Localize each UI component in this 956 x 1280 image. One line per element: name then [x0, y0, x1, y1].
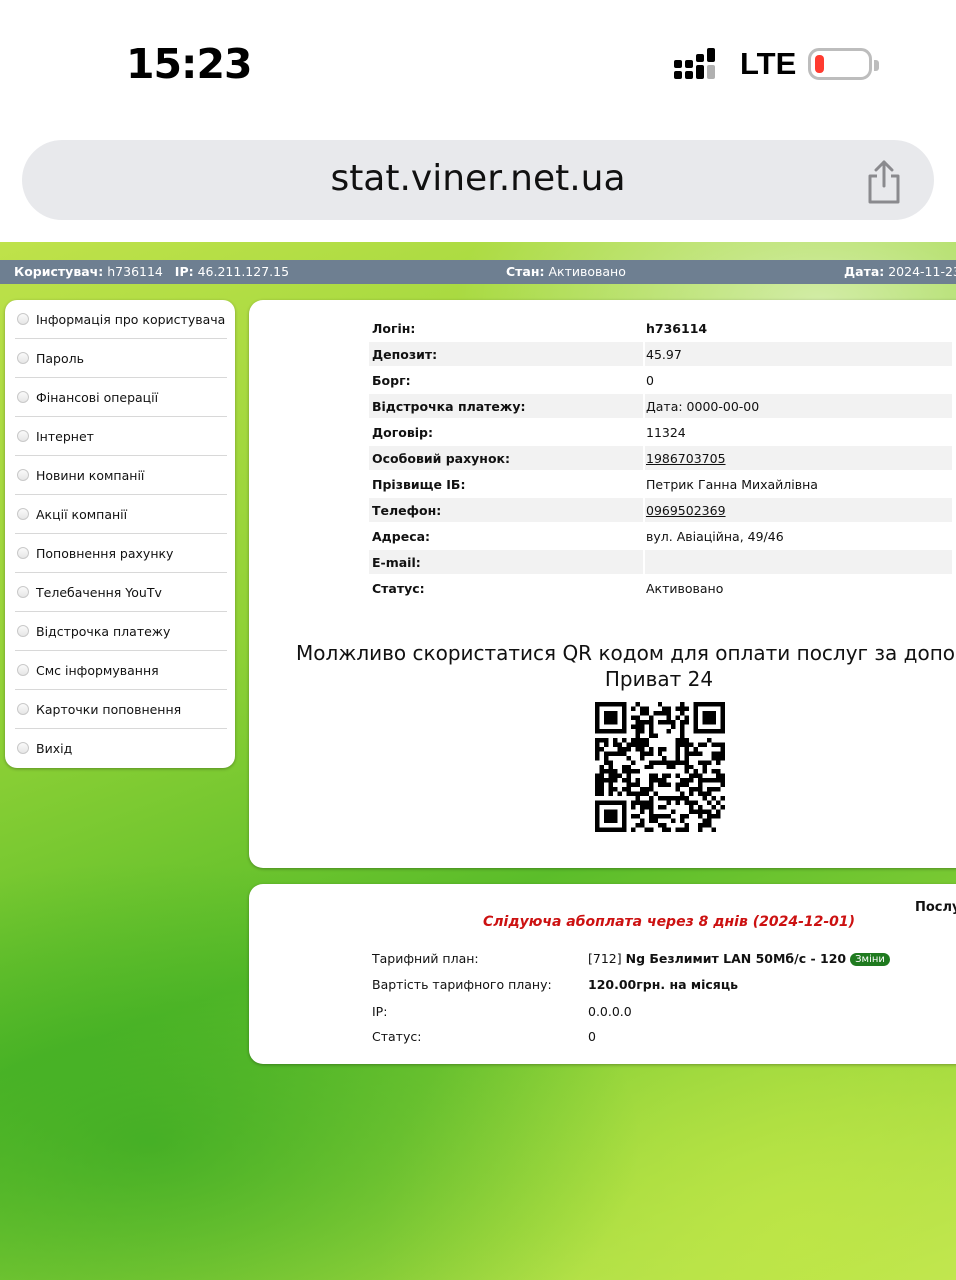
- sidebar-item-finance[interactable]: Фінансові операції: [15, 378, 227, 417]
- info-row-name: Прізвище ІБ: Петрик Ганна Михайлівна: [372, 477, 818, 492]
- info-row-status: Статус: Активовано: [372, 581, 724, 596]
- date-value: 2024-11-23: [888, 264, 956, 279]
- info-row-email: E-mail:: [369, 550, 952, 574]
- sidebar-item-top-up[interactable]: Поповнення рахунку: [15, 534, 227, 573]
- cellular-signal-icon: [674, 48, 715, 79]
- info-row-contract: Договір: 11324: [372, 425, 686, 440]
- phone-status-bar: 15:23 LTE: [0, 0, 956, 130]
- user-status-bar: Користувач: h736114 IP: 46.211.127.15 Ст…: [0, 260, 956, 284]
- radio-icon: [17, 664, 29, 676]
- sidebar-item-news[interactable]: Новини компанії: [15, 456, 227, 495]
- info-row-account: Особовий рахунок: 1986703705: [369, 446, 952, 470]
- radio-icon: [17, 625, 29, 637]
- battery-icon: [808, 48, 879, 80]
- sidebar-item-promotions[interactable]: Акції компанії: [15, 495, 227, 534]
- tariff-name: Ng Безлимит LAN 50Мб/с - 120: [625, 951, 847, 966]
- address-bar[interactable]: stat.viner.net.ua: [22, 140, 934, 220]
- ip-label: IP:: [174, 264, 194, 279]
- cost-value: 120.00грн. на місяць: [588, 977, 738, 992]
- info-row-debt: Борг: 0: [372, 373, 654, 388]
- qr-caption: Молжливо скористатися QR кодом для оплат…: [296, 641, 956, 691]
- user-info-panel: Логін: h736114 Депозит: 45.97 Борг: 0 Відст…: [249, 300, 956, 868]
- share-icon[interactable]: [864, 158, 904, 206]
- url-text[interactable]: stat.viner.net.ua: [22, 158, 934, 199]
- ip-address: 0.0.0.0: [588, 1004, 632, 1019]
- sidebar-item-internet[interactable]: Інтернет: [15, 417, 227, 456]
- web-page: Користувач: h736114 IP: 46.211.127.15 Ст…: [0, 242, 956, 1280]
- info-row-login: Логін: h736114: [372, 321, 708, 336]
- radio-icon: [17, 430, 29, 442]
- services-panel: Послу Слідуюча абоплата через 8 днів (20…: [249, 884, 956, 1064]
- next-payment-notice: Слідуюча абоплата через 8 днів (2024-12-…: [483, 914, 856, 930]
- clock: 15:23: [126, 40, 253, 88]
- user-label: Користувач:: [14, 264, 104, 279]
- phone-link[interactable]: 0969502369: [646, 503, 726, 518]
- service-status: 0: [588, 1029, 596, 1044]
- account-number-link[interactable]: 1986703705: [646, 451, 726, 466]
- info-row-address: Адреса: вул. Авіаційна, 49/46: [372, 529, 784, 544]
- sidebar-item-sms[interactable]: Смс інформування: [15, 651, 227, 690]
- radio-icon: [17, 742, 29, 754]
- qr-code: [595, 702, 725, 832]
- services-heading: Послу: [915, 900, 956, 915]
- radio-icon: [17, 391, 29, 403]
- network-type: LTE: [740, 46, 797, 81]
- sidebar-item-deferral[interactable]: Відстрочка платежу: [15, 612, 227, 651]
- date-label: Дата:: [844, 264, 885, 279]
- radio-icon: [17, 703, 29, 715]
- change-tariff-button[interactable]: Зміни: [850, 953, 890, 966]
- info-row-deposit: Депозит: 45.97: [369, 342, 952, 366]
- radio-icon: [17, 469, 29, 481]
- tariff-code: [712]: [588, 951, 622, 966]
- radio-icon: [17, 547, 29, 559]
- user-value: h736114: [107, 264, 163, 279]
- sidebar-item-youtv[interactable]: Телебачення YouTv: [15, 573, 227, 612]
- info-row-phone: Телефон: 0969502369: [369, 498, 952, 522]
- radio-icon: [17, 352, 29, 364]
- radio-icon: [17, 508, 29, 520]
- sidebar-item-cards[interactable]: Карточки поповнення: [15, 690, 227, 729]
- state-label: Стан:: [506, 264, 545, 279]
- sidebar-menu: Інформація про користувача Пароль Фінанс…: [5, 300, 235, 768]
- radio-icon: [17, 586, 29, 598]
- sidebar-item-user-info[interactable]: Інформація про користувача: [15, 300, 227, 339]
- state-value: Активовано: [548, 264, 626, 279]
- radio-icon: [17, 313, 29, 325]
- info-row-deferral: Відстрочка платежу: Дата: 0000-00-00: [369, 394, 952, 418]
- sidebar-item-password[interactable]: Пароль: [15, 339, 227, 378]
- sidebar-item-logout[interactable]: Вихід: [15, 729, 227, 768]
- ip-value: 46.211.127.15: [197, 264, 290, 279]
